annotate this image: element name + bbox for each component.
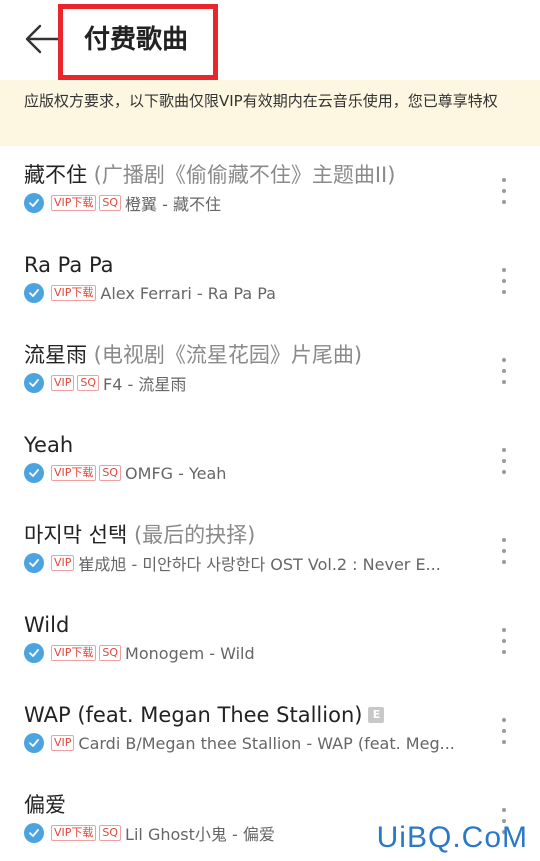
- sq-badge: SQ: [99, 645, 122, 661]
- song-row[interactable]: Wild VIP下载 SQ Monogem - Wild: [0, 596, 540, 686]
- song-artist: 崔成旭 - 미안하다 사랑한다 OST Vol.2 : Never E...: [78, 555, 441, 574]
- downloaded-check-icon: [24, 643, 44, 663]
- song-name: 流星雨: [24, 343, 87, 367]
- vip-badge: VIP: [51, 375, 75, 391]
- song-title: Yeah: [24, 430, 73, 460]
- song-meta: VIP 崔成旭 - 미안하다 사랑한다 OST Vol.2 : Never E..…: [24, 552, 484, 574]
- song-title: 流星雨 (电视剧《流星花园》片尾曲): [24, 340, 362, 370]
- downloaded-check-icon: [24, 733, 44, 753]
- song-name: WAP (feat. Megan Thee Stallion): [24, 703, 363, 727]
- song-meta: VIP下载 SQ Monogem - Wild: [24, 642, 484, 664]
- song-row[interactable]: Yeah VIP下载 SQ OMFG - Yeah: [0, 416, 540, 506]
- song-title: Wild: [24, 610, 69, 640]
- song-meta: VIP下载 Alex Ferrari - Ra Pa Pa: [24, 282, 484, 304]
- song-subtitle: (广播剧《偷偷藏不住》主题曲II): [87, 163, 396, 187]
- song-row[interactable]: Ra Pa Pa VIP下载 Alex Ferrari - Ra Pa Pa: [0, 236, 540, 326]
- song-title: WAP (feat. Megan Thee Stallion) E: [24, 700, 385, 730]
- song-name: 마지막 선택: [24, 523, 128, 547]
- downloaded-check-icon: [24, 373, 44, 393]
- song-name: Yeah: [24, 433, 74, 457]
- song-row[interactable]: 流星雨 (电视剧《流星花园》片尾曲) VIP SQ F4 - 流星雨: [0, 326, 540, 416]
- song-title: Ra Pa Pa: [24, 250, 114, 280]
- vip-badge: VIP下载: [51, 285, 97, 301]
- song-meta: VIP下载 SQ OMFG - Yeah: [24, 462, 484, 484]
- song-subtitle: (最后的抉择): [127, 523, 256, 547]
- sq-badge: SQ: [99, 195, 122, 211]
- song-artist: 橙翼 - 藏不住: [125, 195, 221, 214]
- song-title: 마지막 선택 (最后的抉择): [24, 520, 255, 550]
- more-options-icon[interactable]: [492, 534, 516, 568]
- song-artist: Monogem - Wild: [125, 643, 255, 663]
- header-bar: 付费歌曲: [0, 0, 540, 80]
- vip-badge: VIP下载: [51, 465, 97, 481]
- more-options-icon[interactable]: [492, 354, 516, 388]
- song-artist: Alex Ferrari - Ra Pa Pa: [100, 283, 276, 303]
- back-button[interactable]: [22, 20, 62, 60]
- more-options-icon[interactable]: [492, 624, 516, 658]
- sq-badge: SQ: [77, 375, 100, 391]
- vip-badge: VIP下载: [51, 825, 97, 841]
- downloaded-check-icon: [24, 193, 44, 213]
- downloaded-check-icon: [24, 283, 44, 303]
- song-meta: VIP Cardi B/Megan thee Stallion - WAP (fe…: [24, 732, 484, 754]
- more-options-icon[interactable]: [492, 444, 516, 478]
- song-artist: Lil Ghost小鬼 - 偏爱: [125, 825, 275, 844]
- more-options-icon[interactable]: [492, 714, 516, 748]
- arrow-left-icon: [25, 24, 60, 54]
- song-row[interactable]: WAP (feat. Megan Thee Stallion) E VIP Cardi…: [0, 686, 540, 776]
- more-options-icon[interactable]: [492, 174, 516, 208]
- downloaded-check-icon: [24, 463, 44, 483]
- song-name: Ra Pa Pa: [24, 253, 114, 277]
- song-title: 偏爱: [24, 790, 66, 820]
- song-artist: OMFG - Yeah: [125, 463, 227, 483]
- copyright-notice: 应版权方要求，以下歌曲仅限VIP有效期内在云音乐使用，您已尊享特权: [0, 80, 540, 146]
- explicit-badge: E: [368, 707, 385, 723]
- song-name: Wild: [24, 613, 70, 637]
- song-subtitle: (电视剧《流星花园》片尾曲): [87, 343, 363, 367]
- sq-badge: SQ: [99, 465, 122, 481]
- sq-badge: SQ: [99, 825, 122, 841]
- song-list: 藏不住 (广播剧《偷偷藏不住》主题曲II) VIP下载 SQ 橙翼 - 藏不住 Ra P…: [0, 146, 540, 861]
- more-options-icon[interactable]: [492, 264, 516, 298]
- song-artist: Cardi B/Megan thee Stallion - WAP (feat.…: [78, 733, 455, 753]
- song-meta: VIP下载 SQ 橙翼 - 藏不住: [24, 192, 484, 214]
- song-artist: F4 - 流星雨: [103, 375, 187, 394]
- song-row[interactable]: 藏不住 (广播剧《偷偷藏不住》主题曲II) VIP下载 SQ 橙翼 - 藏不住: [0, 146, 540, 236]
- page-title: 付费歌曲: [84, 25, 189, 55]
- song-name: 偏爱: [24, 793, 66, 817]
- downloaded-check-icon: [24, 823, 44, 843]
- vip-badge: VIP下载: [51, 645, 97, 661]
- vip-badge: VIP: [51, 735, 75, 751]
- vip-badge: VIP下载: [51, 195, 97, 211]
- song-meta: VIP SQ F4 - 流星雨: [24, 372, 484, 394]
- song-title: 藏不住 (广播剧《偷偷藏不住》主题曲II): [24, 160, 395, 190]
- downloaded-check-icon: [24, 553, 44, 573]
- song-name: 藏不住: [24, 163, 87, 187]
- watermark: UiBQ.CoM: [376, 821, 528, 854]
- vip-badge: VIP: [51, 555, 75, 571]
- song-row[interactable]: 마지막 선택 (最后的抉择) VIP 崔成旭 - 미안하다 사랑한다 OST Vol…: [0, 506, 540, 596]
